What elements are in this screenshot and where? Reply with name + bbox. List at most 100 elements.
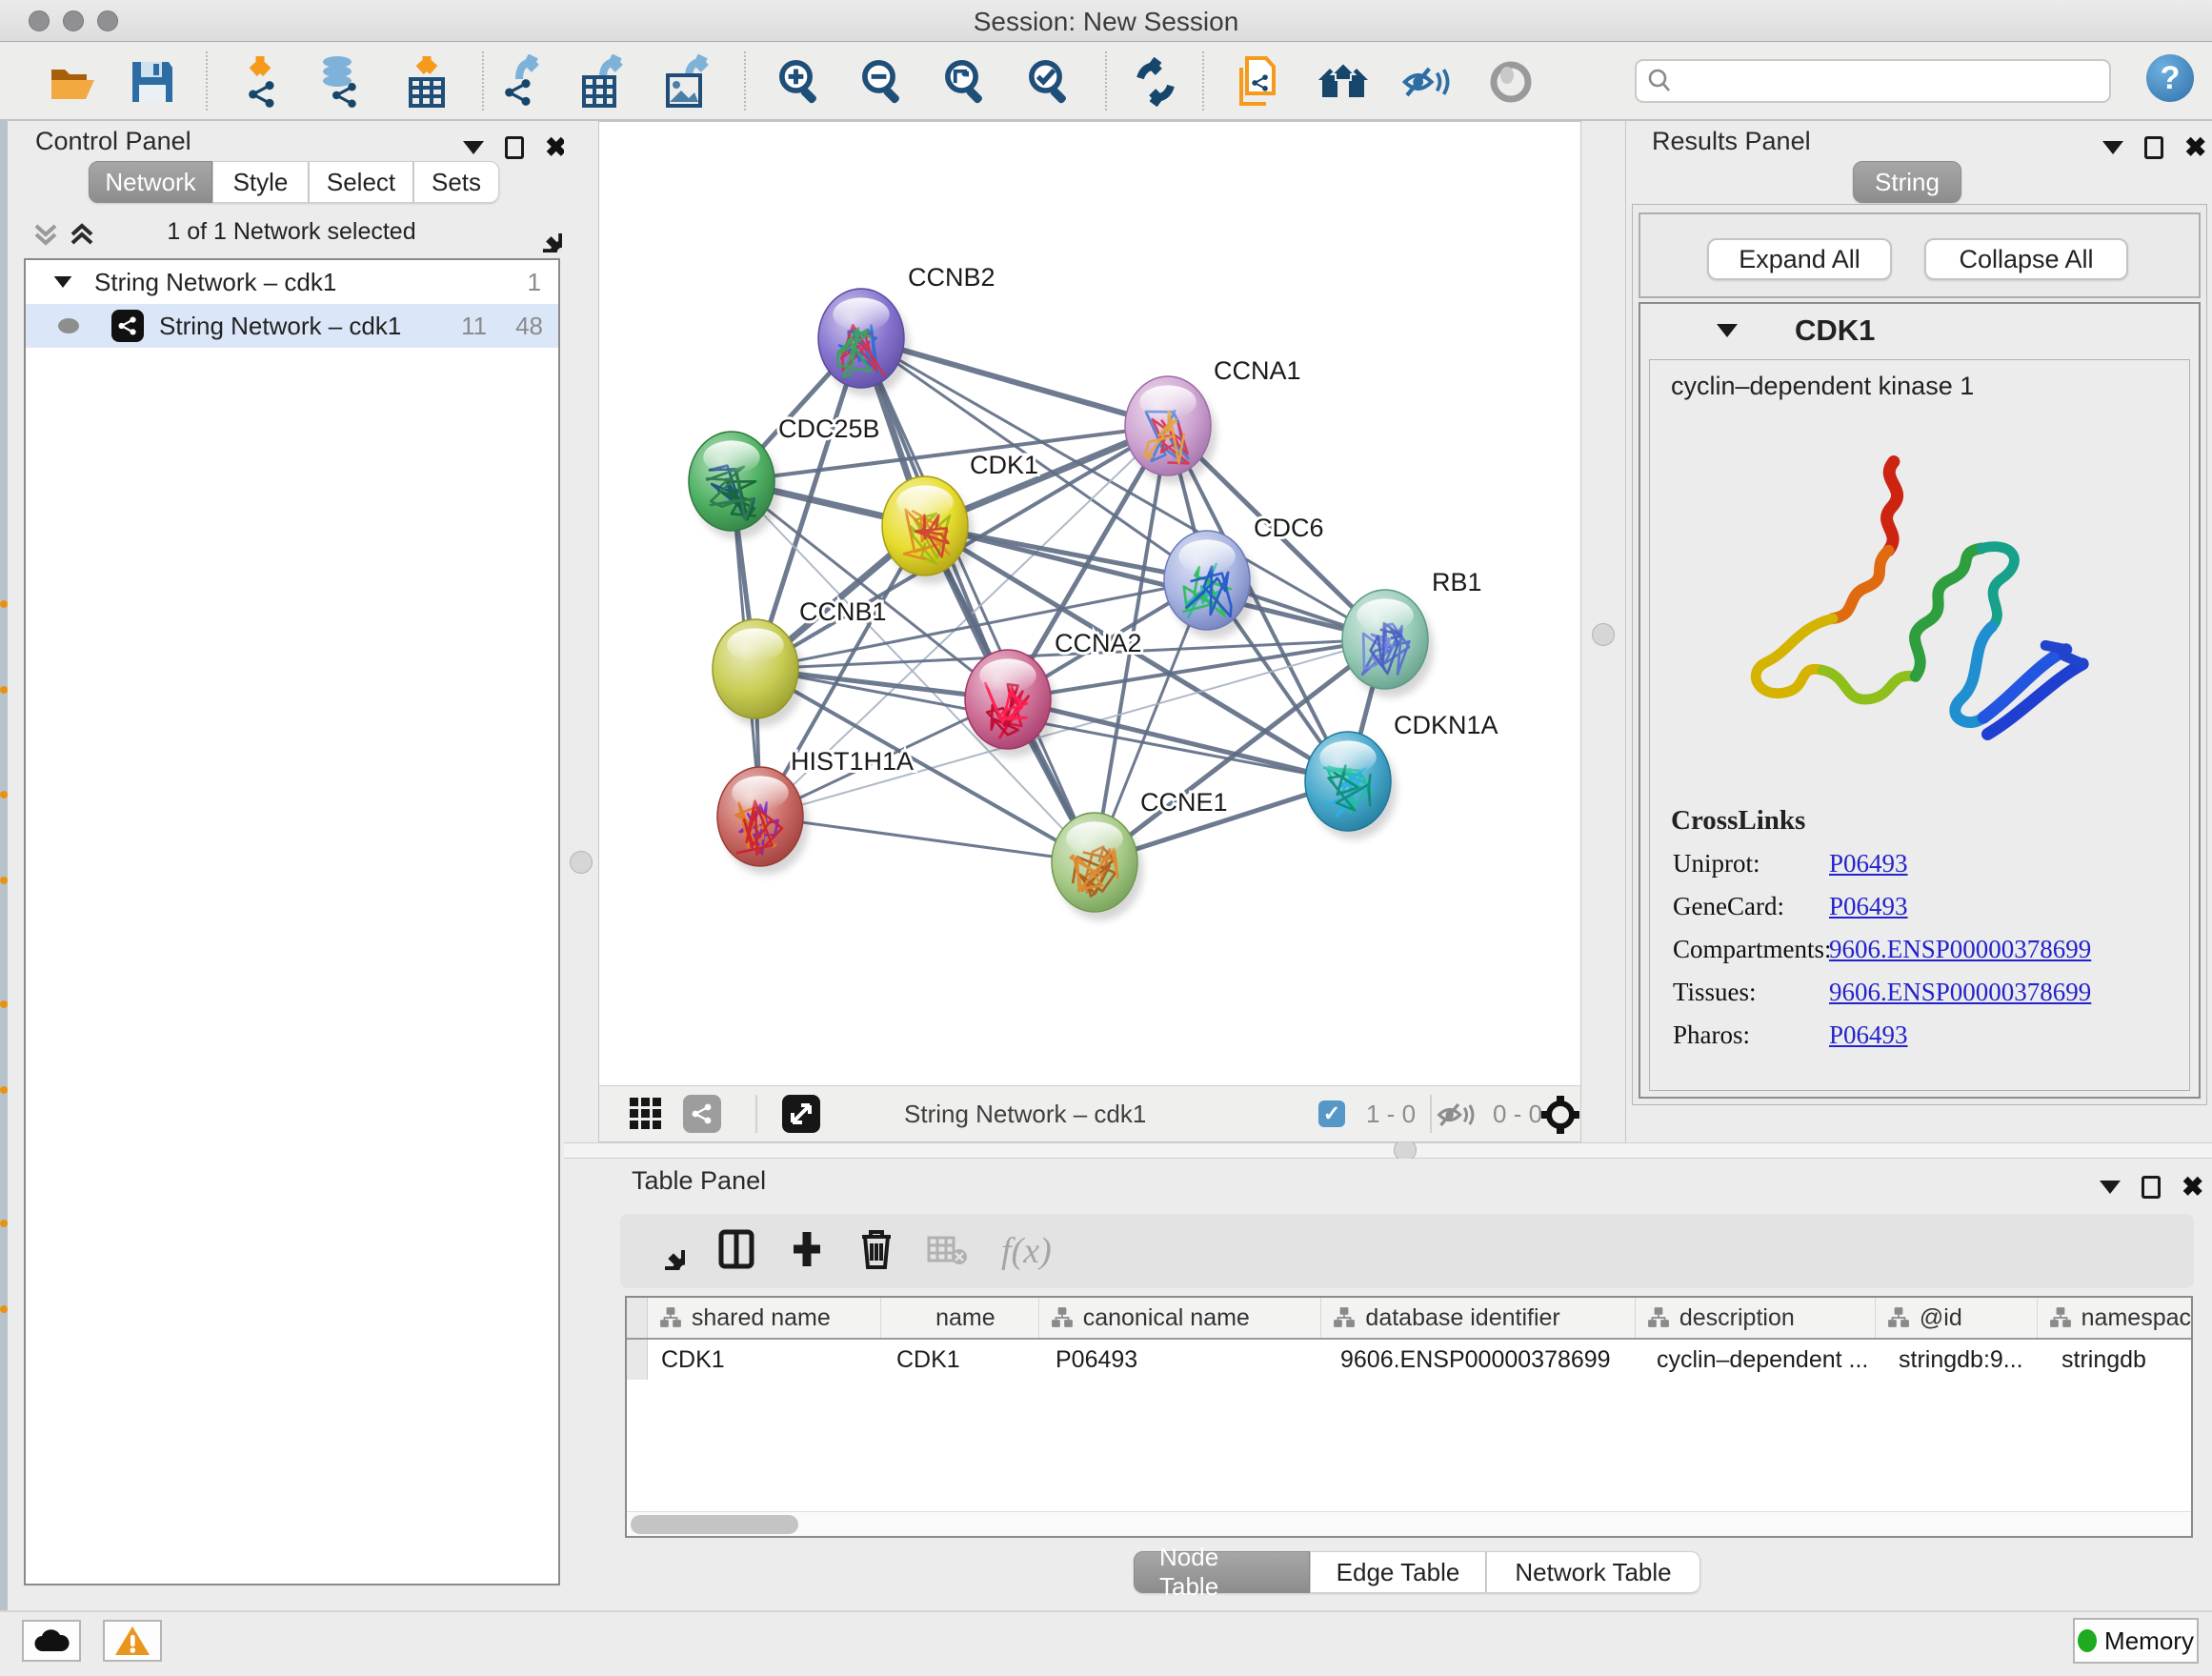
right-panel-splitter[interactable] [1581, 121, 1625, 1142]
zoom-in-button[interactable] [773, 54, 828, 110]
network-node-hist1h1a[interactable]: HIST1H1A [717, 747, 914, 875]
show-all-button[interactable] [1483, 54, 1538, 110]
delete-table-icon [927, 1232, 969, 1271]
tab-style[interactable]: Style [212, 161, 309, 203]
hide-selected-button[interactable] [1399, 54, 1455, 110]
panel-menu-icon[interactable] [2100, 1181, 2121, 1194]
expand-all-networks-button[interactable] [67, 220, 97, 253]
grid-view-icon[interactable] [628, 1096, 664, 1139]
column-header[interactable]: description [1636, 1298, 1876, 1338]
crosslink-pharos-link[interactable]: P06493 [1829, 1020, 1908, 1050]
first-neighbors-button[interactable] [1317, 54, 1372, 110]
network-collection-row[interactable]: String Network – cdk1 1 [26, 260, 558, 304]
help-button[interactable]: ? [2146, 54, 2194, 102]
warnings-button[interactable] [103, 1620, 162, 1662]
network-node-ccnb1[interactable]: CCNB1 [713, 597, 887, 727]
collapse-all-button[interactable]: Collapse All [1924, 238, 2128, 280]
panel-float-icon[interactable] [505, 136, 524, 159]
network-canvas[interactable]: CCNB2CCNA1CDC25BCDK1CDC6RB1CCNB1CCNA2CDK… [599, 122, 1580, 1085]
panel-menu-icon[interactable] [2102, 141, 2123, 154]
cloud-status-button[interactable] [22, 1620, 81, 1662]
export-network-button[interactable] [497, 54, 553, 110]
column-header[interactable]: shared name [648, 1298, 881, 1338]
panel-menu-icon[interactable] [463, 141, 484, 154]
add-column-icon[interactable] [788, 1228, 826, 1275]
crosslink-compartments-link[interactable]: 9606.ENSP00000378699 [1829, 935, 2091, 964]
collection-expand-icon[interactable] [54, 276, 72, 288]
column-header[interactable]: @id [1876, 1298, 2038, 1338]
splitter-handle[interactable] [1592, 623, 1615, 646]
table-row[interactable]: CDK1 CDK1 P06493 9606.ENSP00000378699 cy… [627, 1340, 2191, 1380]
gene-section-header[interactable]: CDK1 [1640, 304, 2199, 357]
splitter-handle[interactable] [570, 851, 593, 874]
search-input[interactable] [1673, 68, 2092, 94]
column-header[interactable]: name [881, 1298, 1039, 1338]
scrollbar-thumb[interactable] [631, 1515, 798, 1534]
column-visibility-icon[interactable] [717, 1228, 755, 1275]
delete-column-trash-icon[interactable] [858, 1227, 895, 1276]
panel-close-icon[interactable]: ✖ [2184, 134, 2206, 161]
cell-id[interactable]: stringdb:9... [1885, 1340, 2048, 1380]
save-session-button[interactable] [125, 54, 180, 110]
left-panel-splitter[interactable] [564, 121, 598, 1142]
column-header[interactable]: database identifier [1321, 1298, 1635, 1338]
collapse-all-networks-button[interactable] [30, 220, 61, 253]
node-label: CCNE1 [1140, 788, 1228, 817]
import-network-database-button[interactable] [312, 54, 367, 110]
panel-close-icon[interactable]: ✖ [2182, 1174, 2203, 1201]
fit-content-crosshair-icon[interactable] [1540, 1095, 1580, 1141]
panel-float-icon[interactable] [2144, 136, 2163, 159]
table-horizontal-scrollbar[interactable] [627, 1511, 2191, 1536]
crosslink-tissues-link[interactable]: 9606.ENSP00000378699 [1829, 978, 2091, 1007]
tab-sets[interactable]: Sets [413, 161, 499, 203]
panel-float-icon[interactable] [2142, 1176, 2161, 1199]
network-node-cdkn1a[interactable]: CDKN1A [1305, 711, 1498, 839]
memory-button[interactable]: Memory [2073, 1618, 2199, 1664]
crosslink-label: Pharos: [1650, 1020, 1829, 1050]
tab-network[interactable]: Network [89, 161, 212, 203]
string-view-icon[interactable] [683, 1095, 721, 1133]
import-table-button[interactable] [399, 54, 454, 110]
expand-all-button[interactable]: Expand All [1707, 238, 1892, 280]
network-node-cdc25b[interactable]: CDC25B [689, 414, 880, 539]
export-image-button[interactable] [661, 54, 716, 110]
tab-node-table[interactable]: Node Table [1134, 1551, 1310, 1593]
crosslink-genecard-link[interactable]: P06493 [1829, 892, 1908, 921]
zoom-out-button[interactable] [855, 54, 911, 110]
column-header[interactable]: canonical name [1039, 1298, 1322, 1338]
network-node-rb1[interactable]: RB1 [1342, 568, 1482, 697]
column-header[interactable]: namespac [2038, 1298, 2191, 1338]
zoom-selected-button[interactable] [1022, 54, 1077, 110]
tab-edge-table[interactable]: Edge Table [1310, 1551, 1486, 1593]
cell-namespace[interactable]: stringdb [2048, 1340, 2191, 1380]
toolbar-search-field[interactable] [1635, 59, 2111, 103]
cell-shared-name[interactable]: CDK1 [648, 1340, 883, 1380]
export-table-button[interactable] [577, 54, 633, 110]
cell-database-identifier[interactable]: 9606.ENSP00000378699 [1327, 1340, 1643, 1380]
network-node-ccnb2[interactable]: CCNB2 [818, 263, 995, 396]
tab-select[interactable]: Select [309, 161, 413, 203]
help-question-glyph: ? [2161, 60, 2181, 97]
clone-network-button[interactable] [1232, 54, 1287, 110]
open-session-button[interactable] [45, 54, 100, 110]
cell-canonical-name[interactable]: P06493 [1042, 1340, 1327, 1380]
cell-description[interactable]: cyclin–dependent ... [1643, 1340, 1885, 1380]
tab-string[interactable]: String [1853, 161, 1961, 203]
network-row-selected[interactable]: String Network – cdk1 11 48 [26, 304, 558, 348]
selected-nodes-checkbox-icon[interactable]: ✓ [1318, 1101, 1345, 1127]
network-options-gear-icon[interactable] [522, 212, 562, 257]
crosslink-uniprot-link[interactable]: P06493 [1829, 849, 1908, 878]
cell-name[interactable]: CDK1 [883, 1340, 1042, 1380]
bottom-panel-splitter[interactable] [564, 1142, 2212, 1159]
network-node-ccna1[interactable]: CCNA1 [1125, 356, 1301, 484]
table-settings-gear-icon[interactable] [643, 1228, 685, 1275]
network-selection-status: 1 of 1 Network selected [111, 218, 473, 246]
birds-eye-view-icon[interactable] [782, 1095, 820, 1133]
zoom-fit-button[interactable] [938, 54, 994, 110]
node-table[interactable]: shared name name canonical name database… [625, 1296, 2193, 1538]
network-node-ccne1[interactable]: CCNE1 [1052, 788, 1228, 920]
gene-collapse-icon[interactable] [1717, 324, 1738, 337]
tab-network-table[interactable]: Network Table [1486, 1551, 1700, 1593]
import-network-file-button[interactable] [235, 54, 291, 110]
apply-layout-button[interactable] [1128, 54, 1183, 110]
